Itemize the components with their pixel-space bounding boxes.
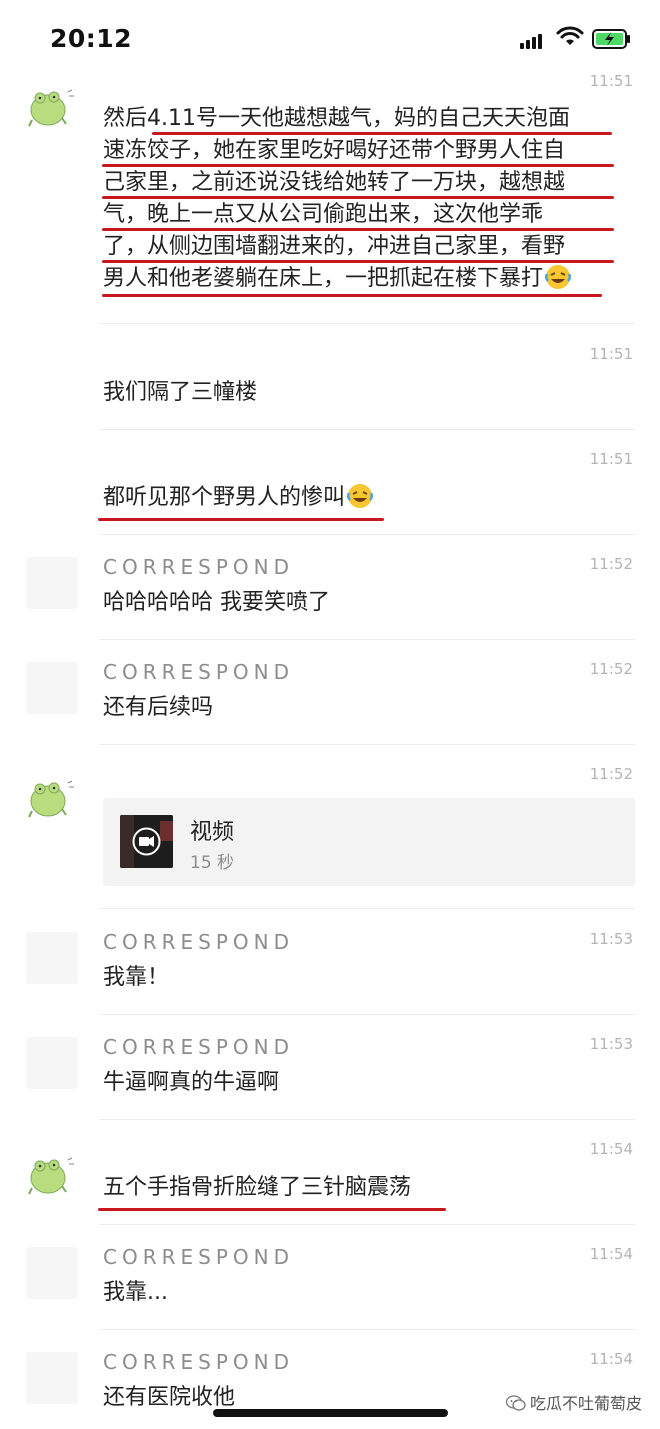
message-time: 11:52 <box>589 660 633 678</box>
message-item: CORRESPOND 11:54 我靠... <box>0 1225 660 1330</box>
red-underline <box>102 260 614 263</box>
video-card[interactable]: 视频 15 秒 <box>103 798 635 886</box>
divider <box>100 908 635 909</box>
message-time: 11:51 <box>589 72 633 90</box>
red-underline <box>152 132 612 135</box>
red-underline <box>102 228 614 231</box>
message-item: 11:51 然后4.11号一天他越想越气，妈的自己天天泡面 速冻饺子，她在家里吃… <box>0 60 660 325</box>
wifi-icon <box>556 26 584 52</box>
message-text: 我靠... <box>103 1280 168 1305</box>
text-line: 气，晚上一点又从公司偷跑出来，这次他学乖 <box>103 202 544 227</box>
message-text: 我靠！ <box>103 965 170 990</box>
message-item: 11:51 都听见那个野男人的惨叫 <box>0 430 660 535</box>
divider <box>100 323 635 324</box>
message-time: 11:53 <box>589 930 633 948</box>
avatar[interactable] <box>26 557 78 609</box>
message-time: 11:54 <box>589 1350 633 1368</box>
avatar[interactable] <box>26 1037 78 1089</box>
sender-name: CORRESPOND <box>103 930 294 954</box>
message-text: 哈哈哈哈哈 我要笑喷了 <box>103 590 330 615</box>
message-item: 11:51 我们隔了三幢楼 <box>0 325 660 430</box>
message-time: 11:52 <box>589 765 633 783</box>
laughing-crying-emoji-icon <box>544 264 572 290</box>
red-underline <box>98 1208 446 1211</box>
watermark: 吃瓜不吐葡萄皮 <box>505 1390 643 1414</box>
text-line: 然后4.11号一天他越想越气，妈的自己天天泡面 <box>103 106 570 131</box>
message-text: 我们隔了三幢楼 <box>103 380 258 405</box>
avatar[interactable] <box>26 1352 78 1404</box>
message-text: 牛逼啊真的牛逼啊 <box>103 1070 280 1095</box>
home-indicator[interactable] <box>213 1409 448 1417</box>
frog-avatar-icon[interactable] <box>26 82 76 132</box>
message-time: 11:54 <box>589 1140 633 1158</box>
battery-charging-icon <box>592 29 632 53</box>
status-time: 20:12 <box>50 24 133 53</box>
frog-avatar-icon[interactable] <box>26 1150 76 1200</box>
watermark-text: 吃瓜不吐葡萄皮 <box>530 1394 643 1413</box>
sender-name: CORRESPOND <box>103 555 294 579</box>
message-item: 11:54 五个手指骨折脸缝了三针脑震荡 <box>0 1120 660 1225</box>
video-title: 视频 <box>190 820 235 845</box>
text-line: 己家里，之前还说没钱给她转了一万块，越想越 <box>103 170 566 195</box>
message-time: 11:51 <box>589 450 633 468</box>
message-item: CORRESPOND 11:52 还有后续吗 <box>0 640 660 745</box>
laughing-crying-emoji-icon <box>346 483 374 509</box>
message-text: 还有后续吗 <box>103 695 214 720</box>
message-item: CORRESPOND 11:53 牛逼啊真的牛逼啊 <box>0 1015 660 1120</box>
avatar[interactable] <box>26 932 78 984</box>
video-camera-icon <box>139 837 149 846</box>
red-underline <box>102 294 602 297</box>
message-time: 11:52 <box>589 555 633 573</box>
message-item: CORRESPOND 11:52 哈哈哈哈哈 我要笑喷了 <box>0 535 660 640</box>
message-time: 11:53 <box>589 1035 633 1053</box>
sender-name: CORRESPOND <box>103 1350 294 1374</box>
signal-icon <box>520 30 544 49</box>
message-time: 11:54 <box>589 1245 633 1263</box>
message-item: CORRESPOND 11:53 我靠！ <box>0 910 660 1015</box>
message-text: 五个手指骨折脸缝了三针脑震荡 <box>103 1175 412 1200</box>
video-duration: 15 秒 <box>190 853 235 873</box>
avatar[interactable] <box>26 662 78 714</box>
sender-name: CORRESPOND <box>103 1035 294 1059</box>
sender-name: CORRESPOND <box>103 660 294 684</box>
red-underline <box>102 164 614 167</box>
message-time: 11:51 <box>589 345 633 363</box>
text-line: 男人和他老婆躺在床上，一把抓起在楼下暴打 <box>103 263 572 295</box>
text-line: 速冻饺子，她在家里吃好喝好还带个野男人住自 <box>103 138 566 163</box>
red-underline <box>98 518 384 521</box>
video-thumbnail[interactable] <box>120 815 173 868</box>
avatar[interactable] <box>26 1247 78 1299</box>
message-text: 都听见那个野男人的惨叫 <box>103 482 374 514</box>
text-line: 了，从侧边围墙翻进来的，冲进自己家里，看野 <box>103 234 566 259</box>
sender-name: CORRESPOND <box>103 1245 294 1269</box>
wechat-logo-icon <box>505 1395 526 1411</box>
frog-avatar-icon[interactable] <box>26 773 76 823</box>
red-underline <box>102 196 614 199</box>
